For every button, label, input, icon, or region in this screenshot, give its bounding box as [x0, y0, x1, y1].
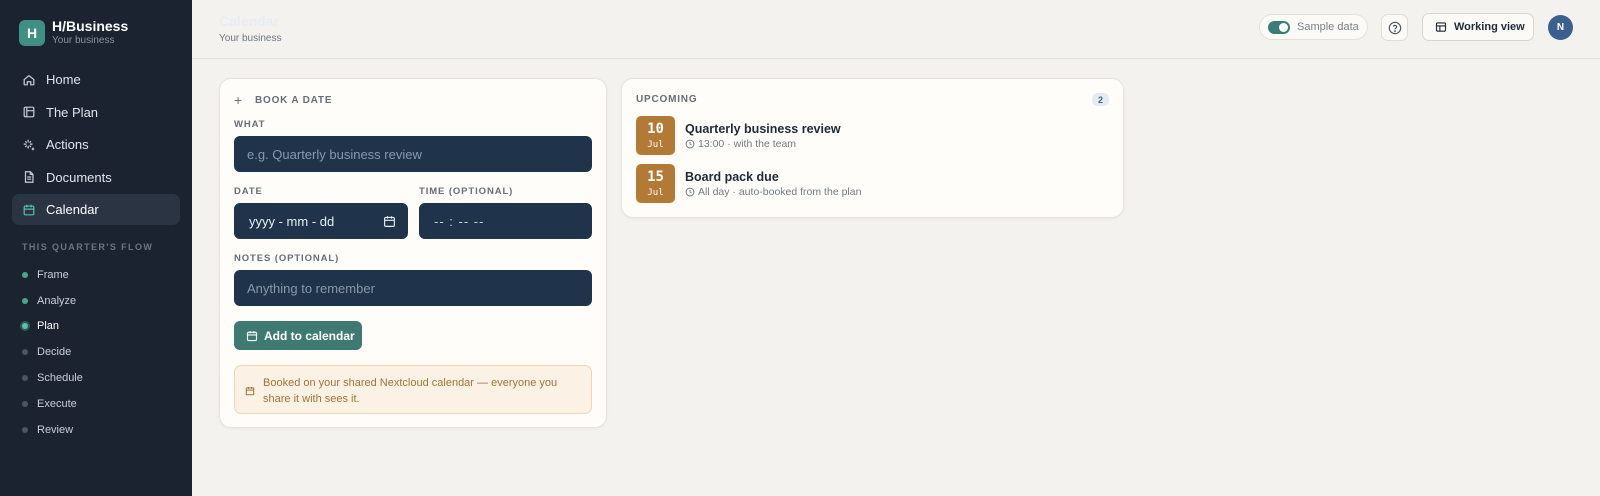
flow-step-execute[interactable]: Execute: [22, 391, 83, 417]
layout-icon: [1435, 22, 1447, 32]
sidebar-item-actions[interactable]: Actions: [12, 129, 180, 160]
event-date-chip: 15 Jul: [636, 164, 675, 203]
working-view-button[interactable]: Working view: [1422, 13, 1534, 41]
event-meta: 13:00 · with the team: [685, 138, 841, 150]
event-title: Quarterly business review: [685, 122, 841, 136]
clock-icon: [685, 187, 695, 197]
flow-title: THIS QUARTER'S FLOW: [22, 242, 154, 252]
event-title: Board pack due: [685, 170, 779, 184]
add-to-calendar-button[interactable]: Add to calendar: [234, 321, 362, 350]
sidebar-nav: Home The Plan Actions Documents Calendar: [12, 64, 180, 227]
page-subtitle: Your business: [219, 33, 282, 44]
brand-name: H/Business: [52, 18, 129, 34]
document-icon: [24, 171, 34, 183]
step-pending-dot: [22, 400, 28, 407]
book-date-card: + BOOK A DATE WHAT DATE yyyy - mm - dd T…: [219, 78, 607, 428]
event-item[interactable]: 15 Jul Board pack due All day · auto-boo…: [636, 164, 861, 203]
step-done-dot: [22, 297, 28, 304]
what-label: WHAT: [234, 119, 266, 130]
plan-icon: [23, 106, 35, 118]
working-view-label: Working view: [1454, 21, 1525, 33]
sidebar-item-documents[interactable]: Documents: [12, 162, 180, 193]
clock-icon: [685, 139, 695, 149]
sample-data-label: Sample data: [1297, 21, 1359, 33]
date-label: DATE: [234, 186, 263, 197]
sample-data-toggle[interactable]: Sample data: [1259, 14, 1368, 40]
sidebar-item-label: Actions: [46, 137, 89, 152]
brand[interactable]: H H/Business Your business: [19, 18, 128, 48]
home-icon: [23, 74, 35, 85]
calendar-icon: [23, 204, 35, 215]
event-date-chip: 10 Jul: [636, 116, 675, 155]
book-date-heading: + BOOK A DATE: [234, 92, 333, 108]
top-header: Calendar Your business Sample data Worki…: [192, 0, 1600, 59]
help-icon: [1388, 21, 1401, 34]
notes-input[interactable]: [234, 270, 592, 306]
plus-icon: +: [234, 92, 243, 108]
step-pending-dot: [22, 426, 28, 433]
sidebar-item-calendar[interactable]: Calendar: [12, 194, 180, 225]
info-note: Booked on your shared Nextcloud calendar…: [234, 365, 592, 414]
calendar-picker-icon[interactable]: [383, 215, 396, 228]
flow-steps: Frame Analyze Plan Decide Schedule Execu…: [22, 262, 83, 443]
date-input[interactable]: yyyy - mm - dd: [234, 203, 408, 239]
time-label: TIME (OPTIONAL): [419, 186, 514, 197]
sidebar-item-label: Documents: [46, 169, 112, 185]
calendar-icon: [245, 386, 255, 396]
flow-step-plan[interactable]: Plan: [22, 314, 83, 340]
sidebar-item-label: The Plan: [46, 104, 99, 120]
sidebar-item-label: Home: [46, 72, 81, 87]
sidebar-item-label: Calendar: [46, 202, 99, 217]
step-current-dot: [22, 323, 28, 330]
time-input[interactable]: -- : -- --: [419, 203, 592, 239]
upcoming-count-badge: 2: [1092, 93, 1109, 106]
page-title: Calendar: [219, 13, 279, 29]
flow-step-analyze[interactable]: Analyze: [22, 288, 83, 314]
flow-step-frame[interactable]: Frame: [22, 262, 83, 288]
event-item[interactable]: 10 Jul Quarterly business review 13:00 ·…: [636, 116, 841, 155]
flow-step-decide[interactable]: Decide: [22, 339, 83, 365]
sidebar-item-the-plan[interactable]: The Plan: [12, 97, 180, 128]
calendar-icon: [246, 330, 258, 341]
step-done-dot: [22, 271, 28, 278]
sidebar: H H/Business Your business Home The Plan…: [0, 0, 192, 496]
upcoming-title: UPCOMING: [636, 94, 698, 105]
step-pending-dot: [22, 349, 28, 356]
upcoming-card: UPCOMING 2 10 Jul Quarterly business rev…: [621, 78, 1124, 218]
flow-step-review[interactable]: Review: [22, 417, 83, 443]
toggle-switch[interactable]: [1268, 20, 1290, 34]
help-button[interactable]: [1381, 14, 1408, 41]
sparkle-icon: [23, 139, 35, 150]
flow-step-schedule[interactable]: Schedule: [22, 365, 83, 391]
notes-label: NOTES (OPTIONAL): [234, 253, 340, 264]
info-note-text: Booked on your shared Nextcloud calendar…: [263, 377, 558, 405]
event-meta: All day · auto-booked from the plan: [685, 186, 861, 198]
brand-subtitle: Your business: [52, 35, 115, 46]
what-input[interactable]: [234, 136, 592, 172]
step-pending-dot: [22, 375, 28, 382]
brand-logo: H: [19, 20, 45, 46]
avatar[interactable]: N: [1548, 15, 1573, 40]
sidebar-item-home[interactable]: Home: [12, 64, 180, 95]
